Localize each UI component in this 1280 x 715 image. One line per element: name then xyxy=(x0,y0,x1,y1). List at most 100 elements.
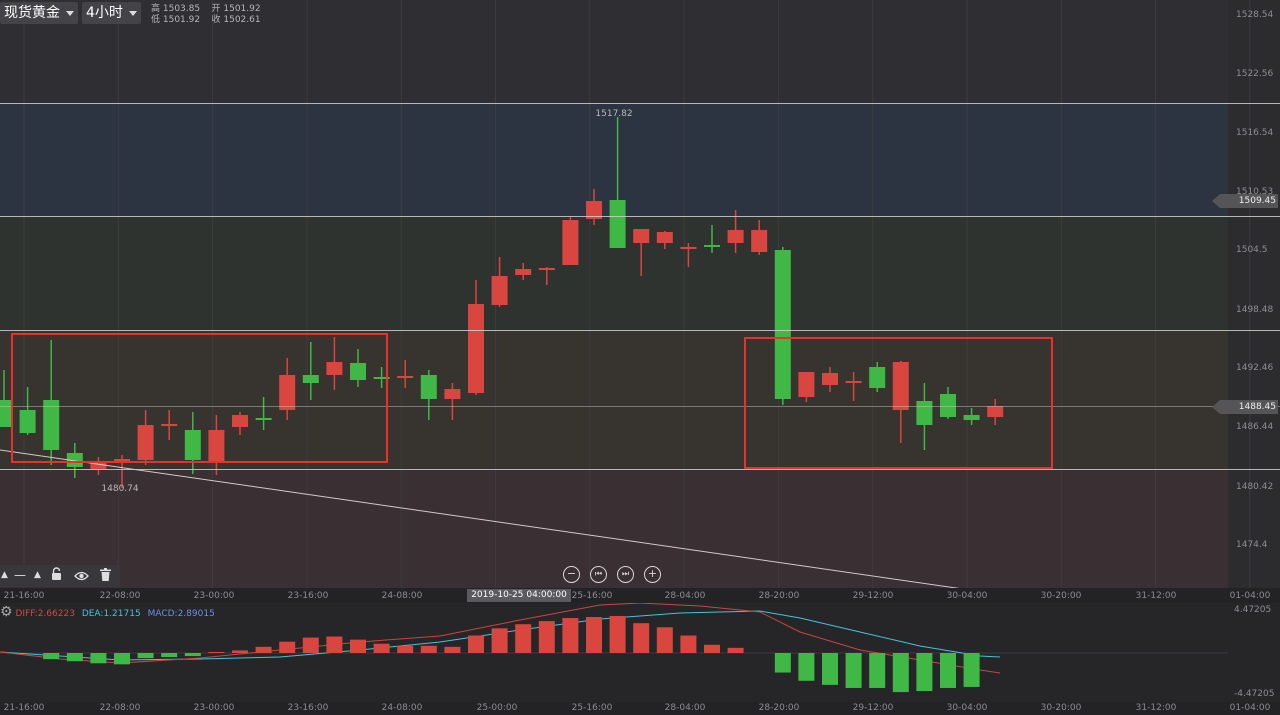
candle-body xyxy=(609,200,626,248)
macd-bar xyxy=(373,643,390,653)
current-price-marker: 1488.45 xyxy=(1212,400,1278,414)
macd-bar xyxy=(822,653,838,685)
macd-bar xyxy=(255,646,272,653)
macd-legend: ⚙ DIFF:2.66223 DEA:1.21715 MACD:2.89015 xyxy=(0,604,215,620)
interval-label: 4小时 xyxy=(86,5,123,21)
macd-bar xyxy=(350,639,366,653)
macd-bar xyxy=(420,645,437,653)
time-tick: 23-00:00 xyxy=(193,703,235,713)
macd-axis-bottom: -4.47205 xyxy=(1234,689,1275,699)
price-tick: 1516.54 xyxy=(1236,128,1274,138)
candle xyxy=(751,220,768,255)
macd-label: MACD:2.89015 xyxy=(147,609,215,619)
candle xyxy=(468,280,484,395)
candle xyxy=(515,263,532,280)
zoom-in-icon[interactable]: + xyxy=(644,566,661,583)
interval-select[interactable]: 4小时 xyxy=(82,2,141,24)
macd-bar xyxy=(869,653,886,688)
time-tick: 23-00:00 xyxy=(193,591,235,601)
horizontal-line[interactable] xyxy=(0,103,1280,104)
macd-bar xyxy=(727,647,744,653)
ohlc-readout: 高 1503.85 开 1501.92 低 1501.92 收 1502.61 xyxy=(151,4,261,26)
price-tick: 1474.4 xyxy=(1236,540,1268,550)
time-tick: 30-20:00 xyxy=(1040,591,1082,601)
rewind-icon[interactable]: ⏮ xyxy=(590,566,607,583)
horizontal-line[interactable] xyxy=(0,216,1280,217)
macd-bar xyxy=(208,651,225,653)
candle xyxy=(444,383,461,420)
low-annotation: 1480.74 xyxy=(101,484,139,494)
trash-icon[interactable] xyxy=(100,568,111,584)
candle xyxy=(704,225,720,253)
time-tick: 28-20:00 xyxy=(758,591,800,601)
time-tick: 21-16:00 xyxy=(3,591,45,601)
eye-icon[interactable] xyxy=(74,570,89,584)
time-tick: 24-08:00 xyxy=(381,591,423,601)
gear-icon[interactable]: ⚙ xyxy=(0,604,13,620)
ohlc-row-low-close: 低 1501.92 收 1502.61 xyxy=(151,15,261,25)
macd-bar xyxy=(704,644,720,653)
candle-body xyxy=(562,220,579,265)
highlight-box-right[interactable] xyxy=(744,337,1053,469)
time-tick: 25-00:00 xyxy=(476,703,518,713)
macd-bar xyxy=(137,653,154,659)
candle-body xyxy=(680,247,697,249)
triangle-up-icon[interactable]: ▲ xyxy=(34,570,41,580)
macd-bar xyxy=(397,645,414,653)
price-chart-panel[interactable]: 1528.54 1522.56 1516.54 1510.53 1504.5 1… xyxy=(0,0,1280,603)
price-tick: 1522.56 xyxy=(1236,69,1274,79)
price-tick: 1528.54 xyxy=(1236,10,1274,20)
macd-bar xyxy=(468,635,484,653)
horizontal-line[interactable] xyxy=(0,330,1280,331)
time-tick: 25-16:00 xyxy=(571,703,613,713)
time-tick: 01-04:00 xyxy=(1229,703,1271,713)
macd-bar xyxy=(586,616,602,653)
macd-bar xyxy=(633,623,650,653)
horizontal-line[interactable] xyxy=(0,469,1280,470)
chevron-down-icon xyxy=(128,10,137,16)
candle-body xyxy=(90,462,107,469)
macd-bar xyxy=(798,653,815,681)
lock-icon[interactable] xyxy=(51,567,62,584)
macd-bar xyxy=(161,653,178,658)
line-tool-icon[interactable]: — xyxy=(14,568,26,582)
time-tick: 25-16:00 xyxy=(571,591,613,601)
forward-icon[interactable]: ⏭ xyxy=(617,566,634,583)
time-tick: 23-16:00 xyxy=(287,591,329,601)
time-tick: 24-08:00 xyxy=(381,703,423,713)
macd-bar xyxy=(515,624,532,653)
triangle-up-icon[interactable]: ▲ xyxy=(1,570,8,580)
candle xyxy=(538,267,555,285)
macd-bar xyxy=(940,653,956,688)
candle-body xyxy=(538,268,555,270)
candle xyxy=(633,229,650,276)
candle-body xyxy=(444,389,461,399)
candle-body xyxy=(515,269,532,275)
upper-price-marker: 1509.45 xyxy=(1212,194,1278,208)
dea-label: DEA:1.21715 xyxy=(81,609,141,619)
macd-bar xyxy=(562,618,579,653)
macd-bar xyxy=(892,653,909,693)
time-axis: 21-16:00 22-08:00 23-00:00 23-16:00 24-0… xyxy=(0,588,1280,603)
candle-body xyxy=(727,230,744,243)
macd-bar xyxy=(90,653,107,664)
time-tick: 01-04:00 xyxy=(1229,591,1271,601)
time-tick: 29-12:00 xyxy=(852,703,894,713)
candlestick-series xyxy=(0,117,1004,488)
macd-bar xyxy=(444,646,461,653)
time-tick: 30-20:00 xyxy=(1040,703,1082,713)
time-tick: 21-16:00 xyxy=(3,703,45,713)
macd-bar xyxy=(656,627,673,653)
candle-body xyxy=(491,276,508,305)
macd-bar xyxy=(114,653,130,665)
macd-bar xyxy=(43,653,60,660)
price-tick: 1486.44 xyxy=(1236,422,1274,432)
candle xyxy=(397,360,414,388)
time-tick: 31-12:00 xyxy=(1135,591,1177,601)
highlight-box-left[interactable] xyxy=(11,333,388,463)
symbol-select[interactable]: 现货黄金 xyxy=(0,2,78,24)
macd-bar xyxy=(232,650,248,653)
candle-body xyxy=(397,376,414,378)
zoom-out-icon[interactable]: − xyxy=(563,566,580,583)
chevron-down-icon xyxy=(66,10,74,16)
